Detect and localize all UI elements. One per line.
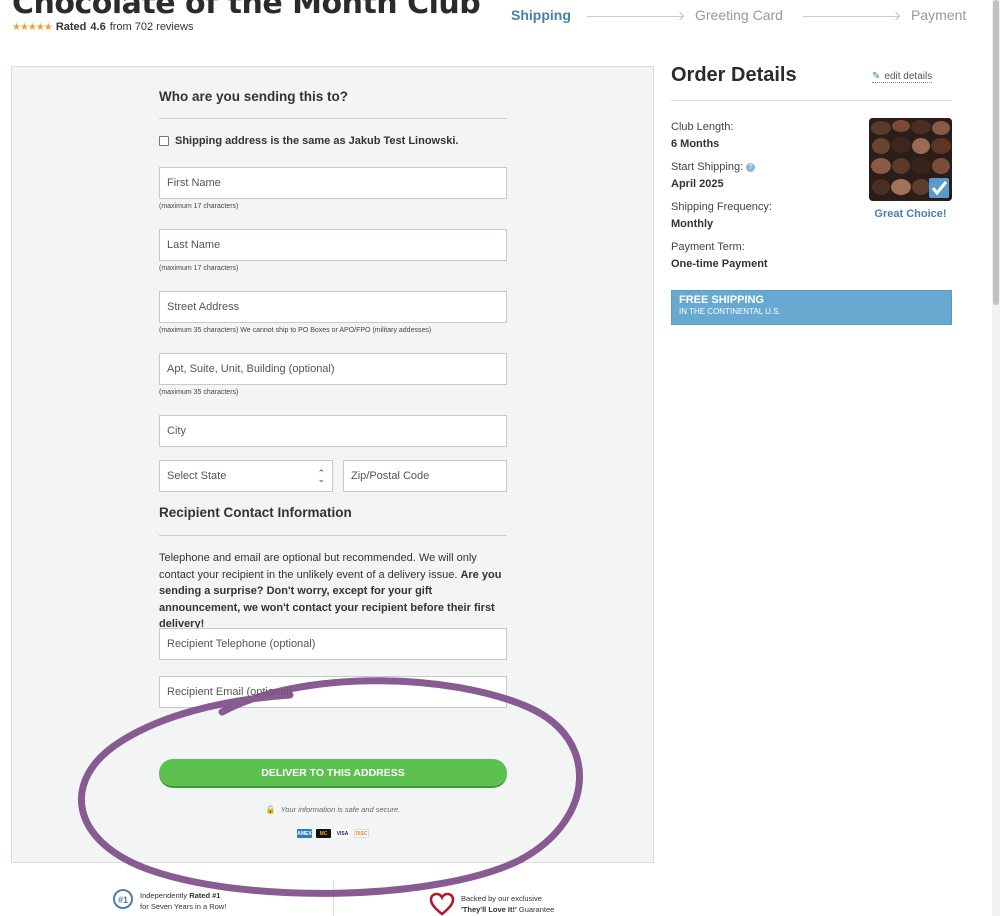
badge2-bold: 'They'll Love It!' xyxy=(461,905,517,914)
divider xyxy=(159,535,507,536)
club-length-label: Club Length: xyxy=(671,121,734,133)
chocolate-box-image xyxy=(869,118,952,201)
heart-icon xyxy=(429,892,455,916)
badge1-post: for Seven Years in a Row! xyxy=(140,902,227,911)
help-icon[interactable]: ? xyxy=(746,163,756,172)
edit-details-label: edit details xyxy=(884,71,933,82)
discover-card-icon: DISC xyxy=(354,829,369,838)
scrollbar-thumb[interactable] xyxy=(993,0,999,305)
divider xyxy=(671,100,952,101)
last-name-field[interactable]: Last Name xyxy=(159,229,507,261)
city-field[interactable]: City xyxy=(159,415,507,447)
badge1-bold: Rated #1 xyxy=(189,891,221,900)
recipient-telephone-field[interactable]: Recipient Telephone (optional) xyxy=(159,628,507,660)
first-name-hint: (maximum 17 characters) xyxy=(159,203,239,210)
apt-field[interactable]: Apt, Suite, Unit, Building (optional) xyxy=(159,353,507,385)
award-ribbon-icon: #1 xyxy=(113,889,133,909)
start-shipping-label-text: Start Shipping: xyxy=(671,161,744,173)
secure-text: Your information is safe and secure. xyxy=(280,805,401,814)
chocolate-box-illustration xyxy=(869,118,952,201)
contact-info-plain: Telephone and email are optional but rec… xyxy=(159,552,477,581)
star-rating-icon: ★★★★★ xyxy=(12,21,53,33)
pencil-icon: ✎ xyxy=(872,71,881,82)
state-select[interactable]: Select State ⌃ ⌄ xyxy=(159,460,333,492)
contact-heading: Recipient Contact Information xyxy=(159,505,352,520)
free-shipping-banner: FREE SHIPPING IN THE CONTINENTAL U.S. xyxy=(671,290,952,325)
free-shipping-title: FREE SHIPPING xyxy=(679,294,764,306)
visa-card-icon: VISA xyxy=(335,829,350,838)
deliver-to-address-button[interactable]: DELIVER TO THIS ADDRESS xyxy=(159,759,507,788)
rated-number-one-badge: #1 Independently Rated #1 for Seven Year… xyxy=(112,888,226,914)
divider xyxy=(333,880,334,916)
page-scrollbar[interactable] xyxy=(992,0,1000,916)
trust-badges: #1 Independently Rated #1 for Seven Year… xyxy=(0,880,660,916)
step-greeting-card: Greeting Card xyxy=(695,7,783,23)
badge2-post: Guarantee xyxy=(518,905,555,914)
rating-value: 4.6 xyxy=(90,21,106,33)
street-address-field[interactable]: Street Address xyxy=(159,291,507,323)
start-shipping-label: Start Shipping:? xyxy=(671,161,756,173)
form-heading: Who are you sending this to? xyxy=(159,89,348,104)
zip-field[interactable]: Zip/Postal Code xyxy=(343,460,507,492)
amex-card-icon: AMEX xyxy=(297,829,312,838)
start-shipping-value: April 2025 xyxy=(671,178,724,190)
last-name-hint: (maximum 17 characters) xyxy=(159,265,239,272)
rating-summary[interactable]: ★★★★★ Rated 4.6 from 702 reviews xyxy=(12,21,193,33)
page-title: Chocolate of the Month Club xyxy=(12,0,481,21)
step-payment: Payment xyxy=(911,7,967,23)
great-choice-label: Great Choice! xyxy=(874,208,947,220)
step-shipping: Shipping xyxy=(511,7,571,23)
order-details-title: Order Details xyxy=(671,64,797,86)
shipping-form-panel: Who are you sending this to? Shipping ad… xyxy=(11,66,654,863)
same-address-row[interactable]: Shipping address is the same as Jakub Te… xyxy=(159,135,458,147)
rating-suffix: from 702 reviews xyxy=(109,21,194,33)
guarantee-badge: Backed by our exclusive 'They'll Love It… xyxy=(429,892,554,916)
payment-term-value: One-time Payment xyxy=(671,258,768,270)
same-address-label: Shipping address is the same as Jakub Te… xyxy=(175,135,459,147)
badge1-pre: Independently xyxy=(140,891,188,900)
free-shipping-subtitle: IN THE CONTINENTAL U.S. xyxy=(679,307,781,316)
state-select-value: Select State xyxy=(167,470,227,482)
shipping-frequency-label: Shipping Frequency: xyxy=(671,201,772,213)
edit-details-link[interactable]: ✎ edit details xyxy=(872,71,933,83)
checkout-steps: Shipping Greeting Card Payment xyxy=(511,7,981,27)
badge2-pre: Backed by our exclusive xyxy=(461,894,542,903)
shipping-frequency-value: Monthly xyxy=(671,218,714,230)
mastercard-card-icon: MC xyxy=(316,829,331,838)
recipient-email-field[interactable]: Recipient Email (optional) xyxy=(159,676,507,708)
secure-note: 🔒 Your information is safe and secure. xyxy=(159,805,507,814)
first-name-field[interactable]: First Name xyxy=(159,167,507,199)
same-address-checkbox[interactable] xyxy=(159,136,169,146)
chevron-updown-icon: ⌃ ⌄ xyxy=(317,468,325,484)
payment-term-label: Payment Term: xyxy=(671,241,745,253)
step-arrow xyxy=(803,16,899,17)
step-arrow xyxy=(587,16,683,17)
apt-hint: (maximum 35 characters) xyxy=(159,389,239,396)
divider xyxy=(159,118,507,119)
payment-card-icons: AMEX MC VISA DISC xyxy=(159,829,507,838)
street-address-hint: (maximum 35 characters) We cannot ship t… xyxy=(159,327,432,334)
contact-info-text: Telephone and email are optional but rec… xyxy=(159,550,507,633)
club-length-value: 6 Months xyxy=(671,138,720,150)
rating-prefix: Rated xyxy=(55,21,87,33)
lock-icon: 🔒 xyxy=(265,805,276,814)
svg-text:#1: #1 xyxy=(118,895,128,905)
rated-number-one-text: Independently Rated #1 for Seven Years i… xyxy=(140,890,226,912)
guarantee-text: Backed by our exclusive 'They'll Love It… xyxy=(461,893,554,915)
